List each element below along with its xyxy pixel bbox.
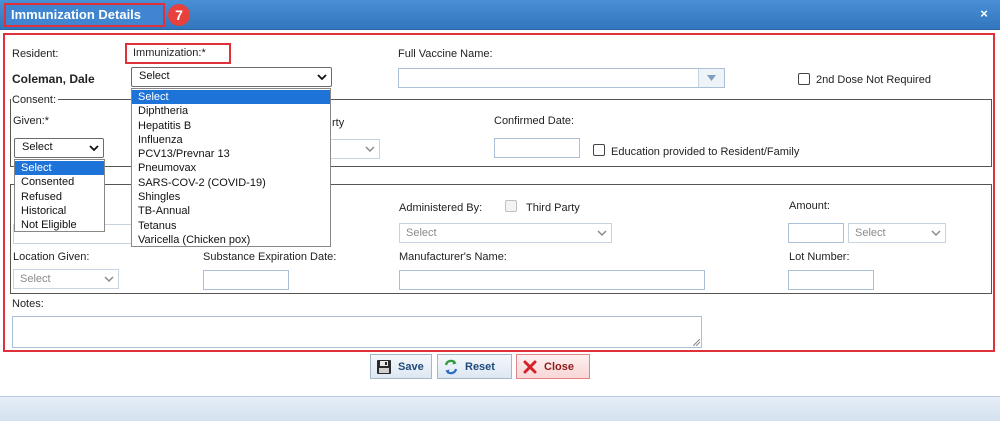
full-vaccine-label: Full Vaccine Name: [398, 48, 493, 60]
manufacturer-input[interactable] [399, 270, 705, 290]
chevron-down-icon [89, 145, 99, 152]
amount-unit-select[interactable]: Select [848, 223, 946, 243]
immunization-option[interactable]: Pneumovax [132, 161, 330, 175]
given-select-value: Select [22, 141, 53, 153]
chevron-down-icon [104, 276, 114, 283]
location-given-select[interactable]: Select [13, 269, 119, 289]
chevron-down-icon [597, 230, 607, 237]
immunization-option[interactable]: Tetanus [132, 219, 330, 233]
combobox-toggle[interactable] [698, 69, 724, 87]
second-dose-label: 2nd Dose Not Required [816, 74, 931, 86]
manufacturer-label: Manufacturer's Name: [399, 251, 507, 263]
substance-expiration-label: Substance Expiration Date: [203, 251, 337, 263]
amount-input[interactable] [788, 223, 844, 243]
immunization-option[interactable]: Shingles [132, 190, 330, 204]
save-button-label: Save [398, 360, 424, 373]
given-option[interactable]: Refused [15, 190, 104, 204]
given-option[interactable]: Select [15, 161, 104, 176]
administered-by-select[interactable]: Select [399, 223, 612, 243]
resize-grip-icon[interactable] [693, 339, 700, 346]
close-button[interactable]: Close [516, 354, 590, 379]
given-option[interactable]: Not Eligible [15, 218, 104, 232]
given-select[interactable]: Select [14, 138, 104, 158]
administered-by-value: Select [406, 227, 437, 239]
save-button[interactable]: Save [370, 354, 432, 379]
caret-down-icon [707, 75, 716, 81]
immunization-option[interactable]: TB-Annual [132, 204, 330, 218]
reset-button[interactable]: Reset [437, 354, 512, 379]
immunization-option[interactable]: SARS-COV-2 (COVID-19) [132, 176, 330, 190]
consent-third-party-select[interactable] [330, 139, 380, 159]
lot-number-input[interactable] [788, 270, 874, 290]
dialog-footer [0, 396, 1000, 421]
close-button-label: Close [544, 360, 574, 373]
education-checkbox[interactable] [593, 144, 605, 156]
immunization-option[interactable]: Hepatitis B [132, 119, 330, 133]
confirmed-date-input[interactable] [494, 138, 580, 158]
red-x-icon [523, 360, 537, 373]
floppy-disk-icon [377, 359, 391, 374]
step-number-badge: 7 [168, 4, 190, 26]
substance-expiration-input[interactable] [203, 270, 289, 290]
immunization-option[interactable]: Diphtheria [132, 104, 330, 118]
resident-name: Coleman, Dale [12, 72, 95, 86]
refresh-arrows-icon [444, 359, 458, 374]
immunization-dropdown-list: Select Diphtheria Hepatitis B Influenza … [131, 88, 331, 247]
education-label: Education provided to Resident/Family [611, 146, 800, 158]
lot-number-label: Lot Number: [789, 251, 850, 263]
resident-label: Resident: [12, 48, 59, 60]
administered-by-label: Administered By: [399, 202, 483, 214]
immunization-select-value: Select [139, 70, 170, 82]
immunization-label: Immunization:* [133, 47, 206, 59]
chevron-down-icon [365, 146, 375, 153]
close-icon[interactable]: × [977, 7, 991, 21]
chevron-down-icon [931, 230, 941, 237]
immunization-option[interactable]: Varicella (Chicken pox) [132, 233, 330, 247]
third-party-label: Third Party [526, 202, 580, 214]
chevron-down-icon [317, 74, 327, 81]
second-dose-checkbox[interactable] [798, 73, 810, 85]
location-given-value: Select [20, 273, 51, 285]
given-option[interactable]: Historical [15, 204, 104, 218]
full-vaccine-combobox[interactable] [398, 68, 725, 88]
third-party-label-partial: rty [332, 117, 345, 129]
given-label: Given:* [13, 115, 50, 127]
notes-textarea[interactable] [12, 316, 702, 348]
reset-button-label: Reset [465, 360, 495, 373]
given-dropdown-list: Select Consented Refused Historical Not … [14, 159, 105, 232]
immunization-option[interactable]: Influenza [132, 133, 330, 147]
confirmed-date-label: Confirmed Date: [494, 115, 575, 127]
amount-label: Amount: [789, 200, 830, 212]
third-party-checkbox[interactable] [505, 200, 517, 212]
immunization-option[interactable]: Select [132, 90, 330, 105]
notes-label: Notes: [12, 298, 44, 310]
amount-unit-value: Select [855, 227, 886, 239]
location-given-label: Location Given: [13, 251, 90, 263]
dialog-title: Immunization Details [11, 7, 142, 22]
given-option[interactable]: Consented [15, 175, 104, 189]
immunization-option[interactable]: PCV13/Prevnar 13 [132, 147, 330, 161]
consent-legend: Consent: [11, 94, 59, 106]
immunization-select[interactable]: Select [131, 67, 332, 87]
